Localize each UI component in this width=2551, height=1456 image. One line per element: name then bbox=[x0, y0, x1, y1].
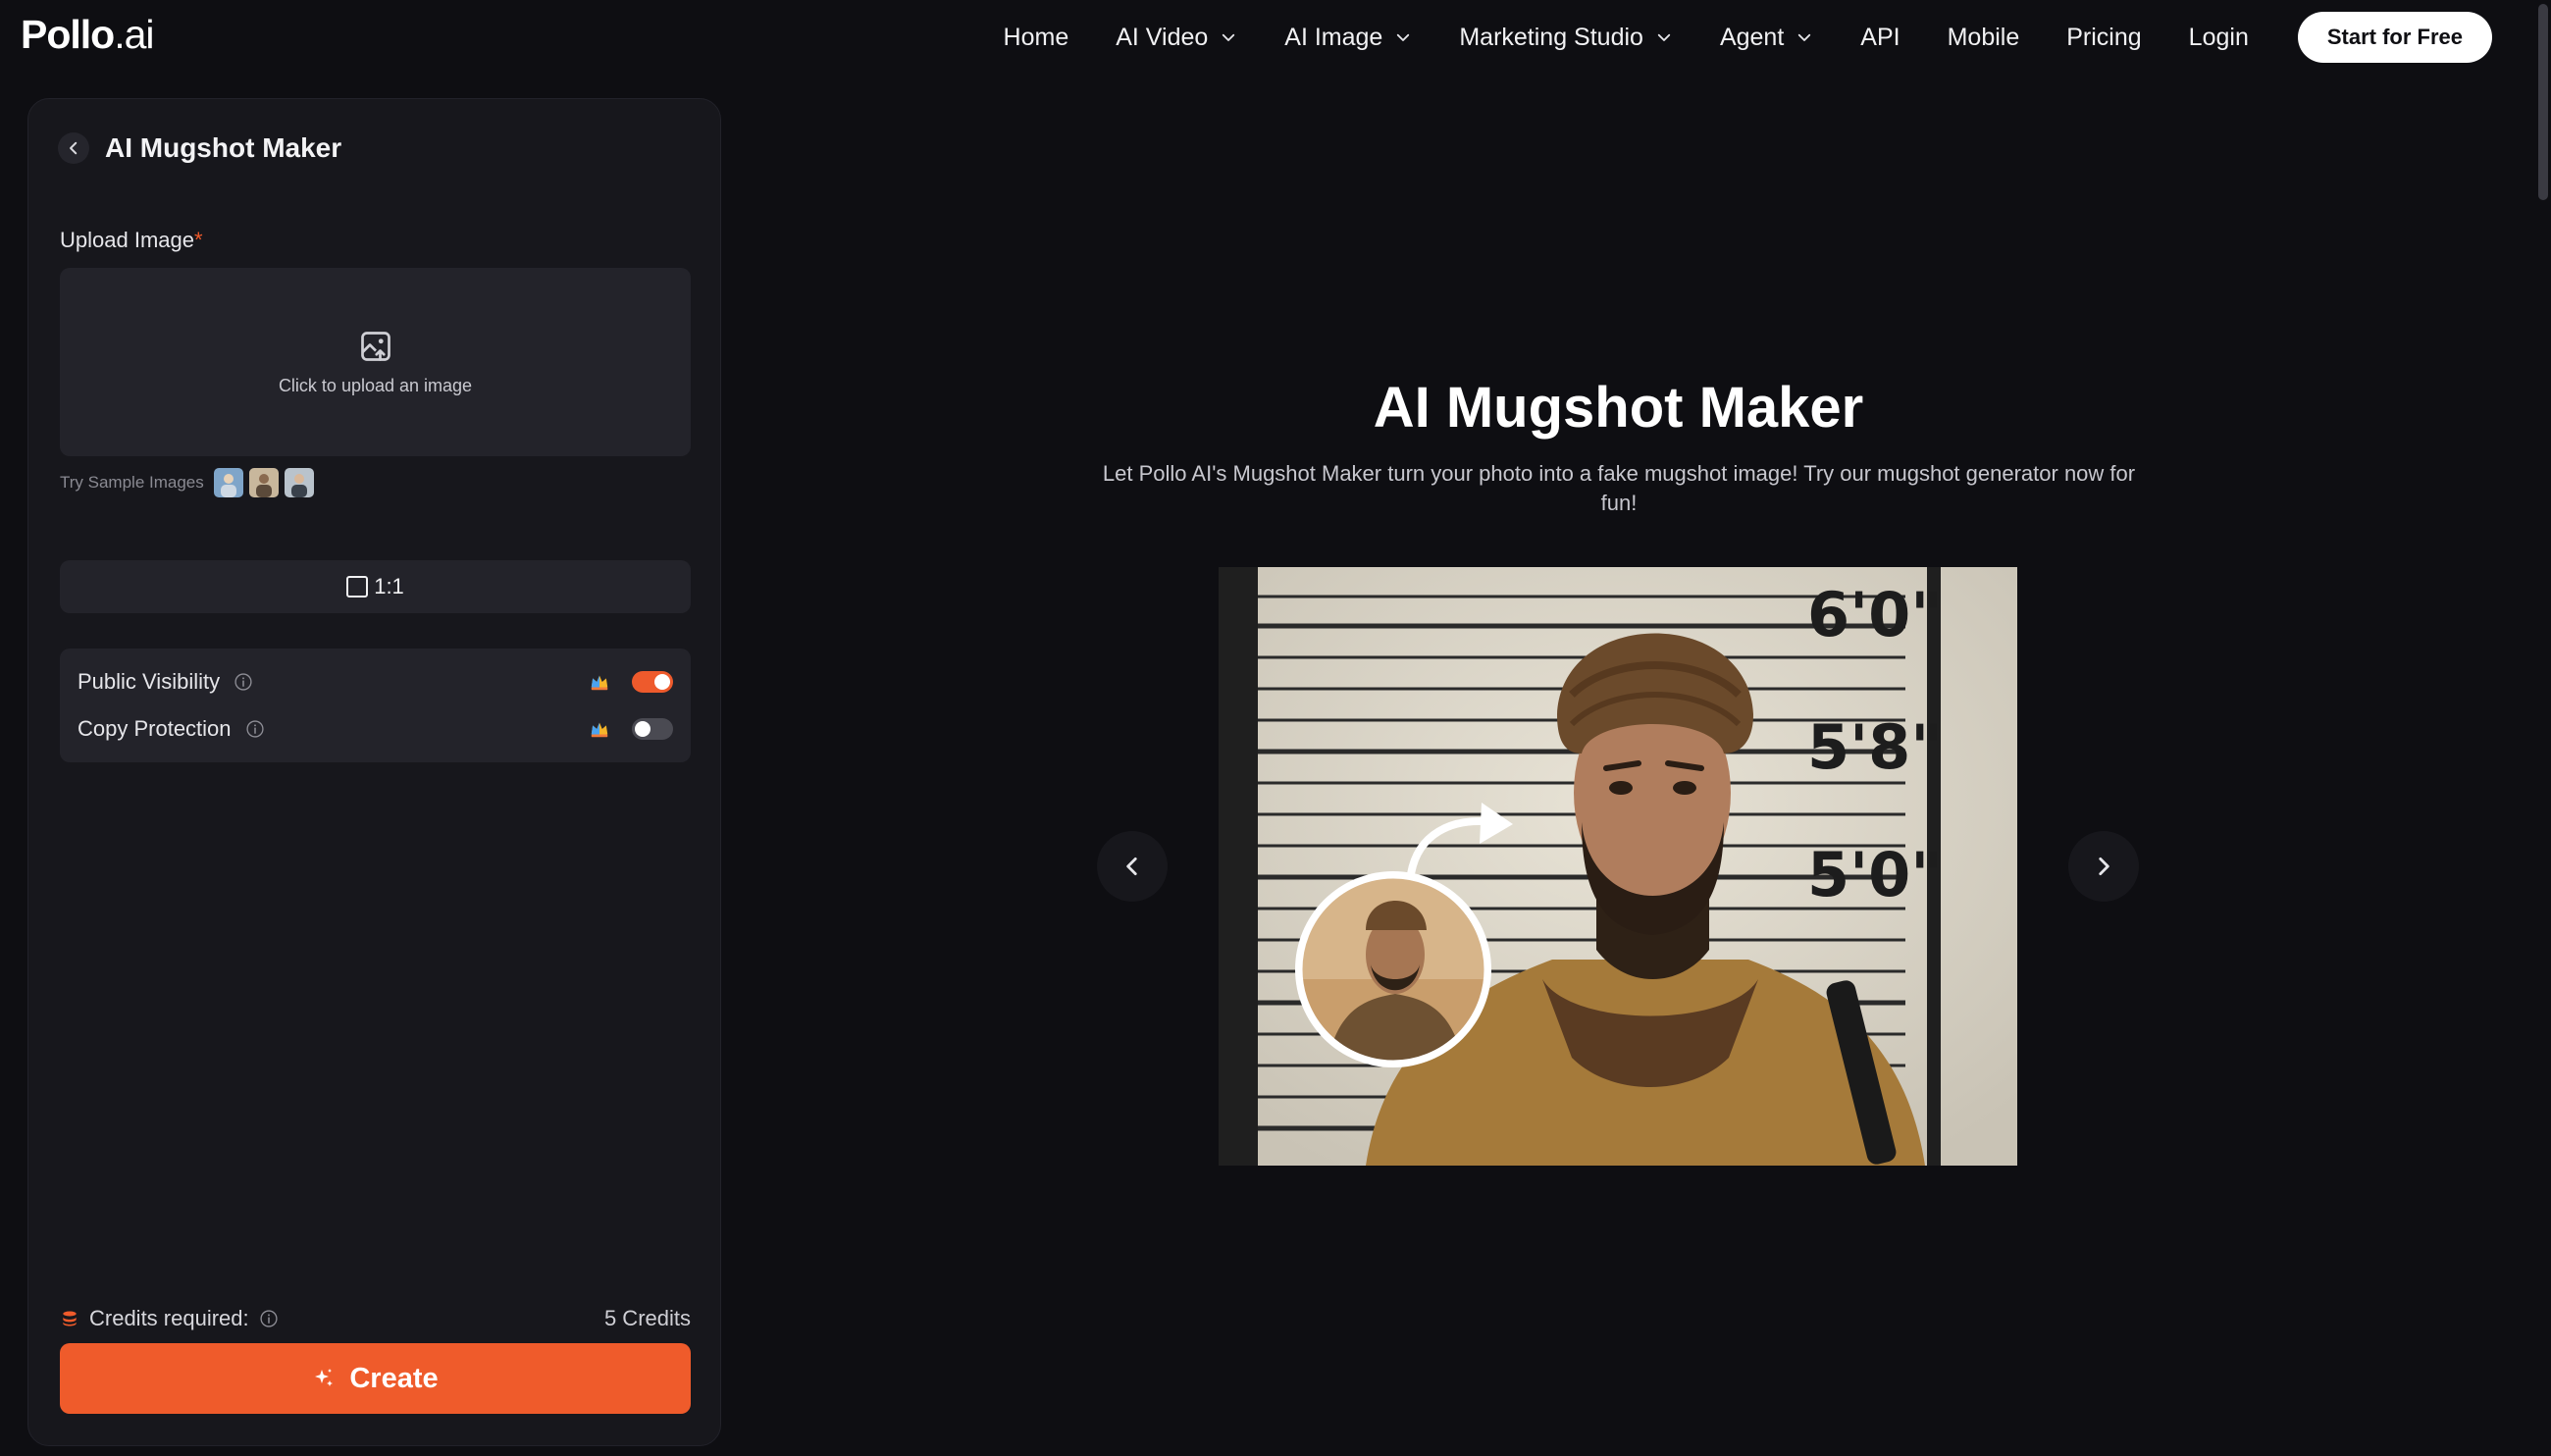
carousel-next-button[interactable] bbox=[2068, 831, 2139, 902]
nav-item-login[interactable]: Login bbox=[2189, 24, 2249, 52]
sample-image-1[interactable] bbox=[213, 468, 243, 497]
copy-protection-row: Copy Protection bbox=[78, 709, 673, 749]
nav-label: Home bbox=[1003, 23, 1069, 51]
nav-item-agent[interactable]: Agent bbox=[1720, 24, 1813, 52]
nav-label: AI Video bbox=[1116, 23, 1209, 51]
crown-icon bbox=[591, 675, 608, 691]
brand-suffix: .ai bbox=[114, 12, 154, 57]
nav-item-home[interactable]: Home bbox=[1004, 24, 1069, 52]
nav-label: Login bbox=[2188, 23, 2249, 51]
info-icon[interactable] bbox=[259, 1309, 279, 1328]
chevron-left-icon bbox=[70, 141, 78, 155]
credits-label: Credits required: bbox=[89, 1306, 249, 1330]
nav-label: Pricing bbox=[2066, 23, 2142, 51]
example-carousel-image: 6'0" 5'8" 5'0" bbox=[1219, 567, 2017, 1166]
copy-protection-label: Copy Protection bbox=[78, 716, 232, 741]
brand-logo[interactable]: Pollo.ai bbox=[21, 12, 155, 58]
chevron-down-icon bbox=[1657, 33, 1671, 41]
panel-header: AI Mugshot Maker bbox=[58, 132, 341, 164]
credits-row: Credits required: 5 Credits bbox=[60, 1304, 691, 1333]
panel-title: AI Mugshot Maker bbox=[105, 132, 342, 163]
credits-value: 5 Credits bbox=[603, 1306, 691, 1330]
chevron-right-icon bbox=[2099, 858, 2109, 875]
samples-label: Try Sample Images bbox=[60, 473, 204, 492]
brand-name: Pollo bbox=[21, 12, 115, 57]
copy-protection-toggle[interactable] bbox=[632, 718, 673, 740]
sparkle-icon bbox=[315, 1369, 334, 1386]
create-label: Create bbox=[349, 1362, 439, 1394]
sample-images: Try Sample Images bbox=[60, 468, 314, 497]
scrollbar-thumb[interactable] bbox=[2538, 4, 2548, 200]
public-visibility-row: Public Visibility bbox=[78, 662, 673, 702]
crown-icon bbox=[591, 722, 608, 738]
info-icon[interactable] bbox=[234, 672, 253, 692]
chevron-left-icon bbox=[1126, 858, 1137, 875]
chevron-down-icon bbox=[1397, 33, 1410, 41]
nav-menu: Home AI Video AI Image Marketing Studio … bbox=[957, 0, 2492, 75]
height-mark-2: 5'8" bbox=[1807, 711, 1943, 783]
upload-label-text: Upload Image bbox=[60, 228, 194, 252]
image-upload-icon bbox=[360, 331, 390, 361]
sample-image-2[interactable] bbox=[248, 468, 279, 497]
chevron-down-icon bbox=[1223, 33, 1235, 41]
page-scrollbar[interactable] bbox=[2533, 0, 2551, 1456]
nav-item-api[interactable]: API bbox=[1860, 24, 1900, 52]
nav-label: Mobile bbox=[1947, 23, 2020, 51]
visibility-options: Public Visibility Copy Protection bbox=[60, 649, 691, 762]
start-for-free-button[interactable]: Start for Free bbox=[2297, 12, 2492, 63]
height-mark-1: 6'0" bbox=[1807, 579, 1943, 650]
chevron-down-icon bbox=[1798, 33, 1811, 41]
tool-panel: AI Mugshot Maker Upload Image* Click to … bbox=[27, 98, 721, 1446]
coin-stack-icon bbox=[63, 1311, 77, 1326]
nav-item-ai-image[interactable]: AI Image bbox=[1284, 24, 1412, 52]
back-button[interactable] bbox=[58, 132, 89, 164]
upload-dropzone[interactable]: Click to upload an image bbox=[60, 268, 691, 456]
required-mark: * bbox=[193, 228, 203, 252]
nav-label: AI Image bbox=[1284, 23, 1383, 51]
upload-hint: Click to upload an image bbox=[278, 375, 473, 395]
nav-item-mobile[interactable]: Mobile bbox=[1948, 24, 2020, 52]
top-nav: Pollo.ai Home AI Video AI Image Marketin… bbox=[0, 0, 2551, 75]
sample-image-3[interactable] bbox=[284, 468, 314, 497]
carousel-prev-button[interactable] bbox=[1097, 831, 1168, 902]
hero-title: AI Mugshot Maker bbox=[1373, 376, 1864, 440]
hero-subtitle: Let Pollo AI's Mugshot Maker turn your p… bbox=[1102, 461, 2136, 515]
toggle-knob bbox=[635, 721, 651, 737]
nav-label: Marketing Studio bbox=[1459, 23, 1643, 51]
upload-image-label: Upload Image* bbox=[60, 228, 203, 253]
info-icon[interactable] bbox=[245, 719, 265, 739]
create-button[interactable]: Create bbox=[60, 1343, 691, 1414]
nav-label: Agent bbox=[1719, 23, 1785, 51]
nav-label: API bbox=[1860, 23, 1900, 51]
mugshot-example-illustration: 6'0" 5'8" 5'0" bbox=[1219, 567, 2017, 1166]
aspect-ratio-selector[interactable]: 1:1 bbox=[60, 560, 691, 613]
nav-item-pricing[interactable]: Pricing bbox=[2066, 24, 2141, 52]
height-mark-3: 5'0" bbox=[1807, 839, 1943, 910]
square-ratio-icon bbox=[346, 576, 369, 598]
toggle-knob bbox=[654, 674, 670, 690]
public-visibility-toggle[interactable] bbox=[632, 671, 673, 693]
nav-item-marketing-studio[interactable]: Marketing Studio bbox=[1459, 24, 1673, 52]
public-visibility-label: Public Visibility bbox=[78, 669, 221, 694]
aspect-ratio-value: 1:1 bbox=[374, 574, 404, 598]
nav-item-ai-video[interactable]: AI Video bbox=[1116, 24, 1237, 52]
